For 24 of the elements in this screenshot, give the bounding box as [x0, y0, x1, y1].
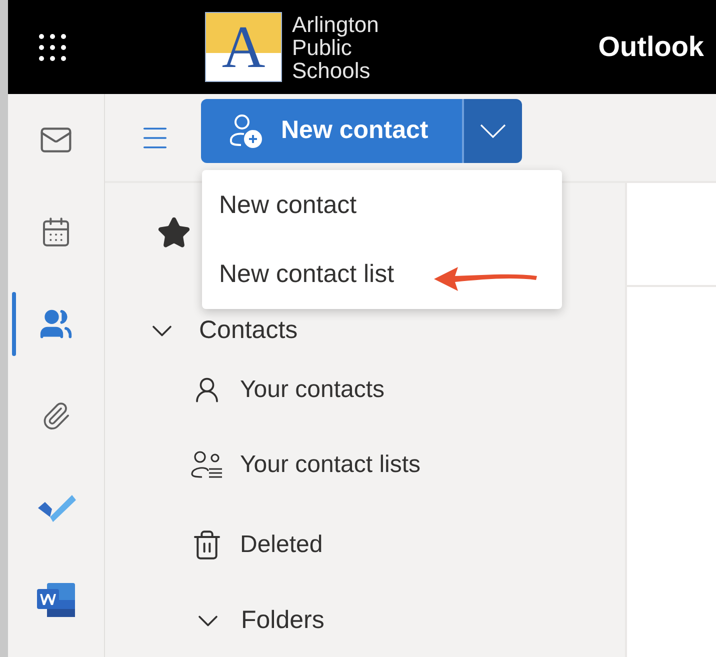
people-icon[interactable]	[39, 307, 73, 341]
paperclip-icon[interactable]	[41, 401, 71, 431]
new-contact-button[interactable]: New contact	[201, 98, 464, 162]
folder-item[interactable]: Your contacts	[105, 355, 625, 425]
people-list-icon	[190, 450, 224, 480]
word-icon[interactable]	[37, 583, 75, 617]
dropdown-button[interactable]	[464, 98, 522, 162]
chevron-down-icon	[480, 124, 506, 138]
folder-item[interactable]: Deleted	[105, 505, 625, 585]
menu-item[interactable]: New contact list	[202, 240, 562, 309]
menu-item[interactable]: New contact	[202, 171, 562, 240]
folder-group[interactable]: Folders	[105, 585, 625, 657]
logo-text: Public	[292, 36, 352, 58]
app-name: Outlook	[598, 30, 704, 64]
group-label[interactable]: Contacts	[199, 312, 298, 350]
star-icon[interactable]	[157, 216, 191, 250]
folder-item[interactable]: Your contact lists	[105, 425, 625, 505]
trash-icon	[191, 529, 223, 561]
group-label[interactable]: Folders	[241, 602, 324, 640]
logo-text: Schools	[292, 58, 372, 82]
app-launcher-icon[interactable]	[39, 34, 66, 60]
calendar-icon[interactable]	[40, 216, 72, 248]
logo-text: Arlington	[292, 12, 379, 36]
add-person-icon	[227, 112, 263, 148]
